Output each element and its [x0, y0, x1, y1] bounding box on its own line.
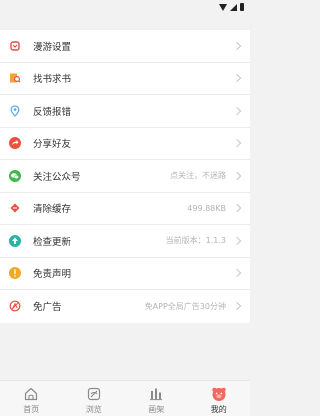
chevron-right-icon	[232, 269, 242, 278]
menu-item-book-request[interactable]: 找书求书	[0, 63, 250, 95]
tab-shelf[interactable]: 画架	[125, 381, 187, 414]
menu-item-follow-account[interactable]: 关注公众号 点关注，不迷路	[0, 160, 250, 193]
home-icon	[23, 386, 39, 402]
feedback-icon	[9, 105, 21, 117]
menu-item-share[interactable]: 分享好友	[0, 128, 250, 160]
chevron-right-icon	[232, 41, 242, 50]
tab-profile[interactable]: 我的	[188, 381, 250, 414]
menu-item-label: 免责声明	[33, 269, 72, 281]
menu-item-feedback[interactable]: 反馈报错	[0, 95, 250, 128]
shelf-icon	[148, 386, 164, 402]
wifi-icon	[219, 3, 227, 11]
chevron-right-icon	[232, 236, 242, 245]
chevron-right-icon	[232, 204, 242, 213]
menu-item-label: 反馈报错	[33, 106, 72, 118]
update-icon	[9, 234, 21, 247]
bottom-tab-bar: 首页 浏览 画架 我的	[0, 380, 250, 416]
menu-item-value: 免APP全局广告30分钟	[144, 301, 226, 311]
tab-label: 首页	[23, 405, 40, 414]
book-search-icon	[9, 72, 21, 84]
menu-item-label: 清除缓存	[33, 204, 72, 216]
chevron-right-icon	[232, 171, 242, 180]
menu-item-label: 关注公众号	[33, 171, 81, 183]
menu-item-label: 免广告	[33, 302, 62, 314]
menu-item-disclaimer[interactable]: 免责声明	[0, 258, 250, 290]
share-icon	[9, 137, 21, 150]
chevron-right-icon	[232, 74, 242, 83]
tab-label: 浏览	[85, 405, 102, 414]
chevron-right-icon	[232, 139, 242, 148]
browse-icon	[86, 386, 102, 402]
menu-item-roaming-settings[interactable]: 漫游设置	[0, 30, 250, 63]
tab-home[interactable]: 首页	[0, 381, 62, 414]
wechat-icon	[9, 169, 21, 182]
menu-item-no-ads[interactable]: 免广告 免APP全局广告30分钟	[0, 290, 250, 323]
menu-item-value: 点关注，不迷路	[170, 171, 226, 181]
menu-item-value: 当前版本：1.1.3	[165, 236, 226, 246]
menu-item-clear-cache[interactable]: 清除缓存 499.88KB	[0, 193, 250, 225]
status-bar	[0, 0, 250, 14]
chevron-right-icon	[232, 302, 242, 311]
no-ads-icon	[9, 300, 21, 312]
disclaimer-icon	[9, 267, 21, 280]
battery-icon	[240, 3, 244, 11]
menu-item-label: 漫游设置	[33, 41, 72, 53]
tab-label: 画架	[148, 405, 165, 414]
profile-icon	[211, 386, 227, 402]
chevron-right-icon	[232, 106, 242, 115]
menu-item-label: 分享好友	[33, 139, 72, 151]
menu-item-label: 找书求书	[33, 74, 72, 86]
tab-browse[interactable]: 浏览	[63, 381, 125, 414]
clear-cache-icon	[9, 202, 21, 214]
tab-label: 我的	[210, 405, 227, 414]
signal-icon	[230, 3, 237, 11]
settings-menu: 漫游设置 找书求书 反馈报错 分享好友 关注公众号 点关注，不迷路 清除缓存 4…	[0, 30, 250, 323]
menu-item-value: 499.88KB	[187, 203, 226, 213]
menu-item-check-update[interactable]: 检查更新 当前版本：1.1.3	[0, 225, 250, 258]
roaming-settings-icon	[9, 40, 21, 52]
menu-item-label: 检查更新	[33, 236, 72, 248]
